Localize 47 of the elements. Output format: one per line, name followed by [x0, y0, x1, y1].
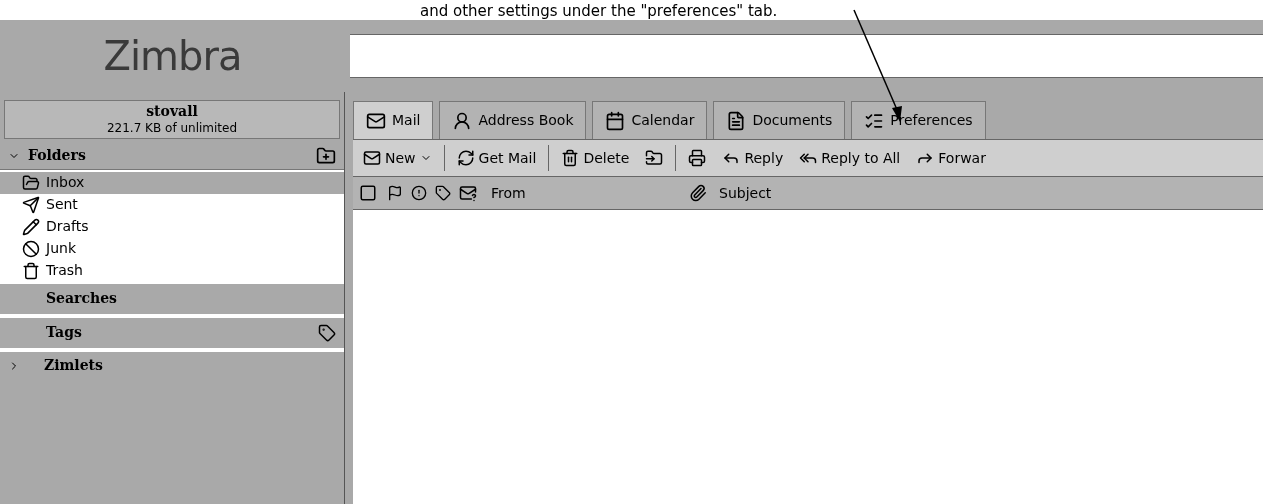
folder-icon: [22, 173, 40, 192]
folder-item[interactable]: Sent: [0, 193, 344, 216]
printer-icon: [688, 149, 707, 167]
forward-button[interactable]: Forwar: [912, 144, 990, 172]
delete-button[interactable]: Delete: [557, 144, 634, 172]
tab[interactable]: Preferences: [851, 101, 986, 139]
quota-text: 221.7 KB of unlimited: [106, 120, 238, 136]
move-folder-icon: [645, 149, 664, 167]
tag-icon[interactable]: [435, 185, 451, 201]
attachment-icon[interactable]: [689, 184, 707, 202]
new-folder-icon[interactable]: [316, 145, 336, 166]
tags-header[interactable]: Tags: [8, 322, 82, 343]
tab[interactable]: Address Book: [439, 101, 587, 139]
logo: Zimbra: [103, 32, 242, 81]
new-tag-icon[interactable]: [318, 323, 336, 342]
blocked-icon: [22, 239, 40, 258]
from-column[interactable]: From: [481, 182, 681, 204]
pencil-icon: [22, 217, 40, 236]
tab[interactable]: Calendar: [592, 101, 708, 139]
document-icon: [726, 110, 747, 131]
tab[interactable]: Mail: [353, 101, 434, 139]
refresh-icon: [456, 149, 475, 167]
calendar-icon: [605, 110, 626, 131]
searches-header[interactable]: Searches: [0, 283, 344, 314]
send-icon: [22, 195, 40, 214]
reply-all-button[interactable]: Reply to All: [795, 144, 905, 172]
status-icon[interactable]: [459, 184, 477, 202]
zimlets-header[interactable]: Zimlets: [0, 351, 344, 380]
folder-item[interactable]: Trash: [0, 259, 344, 282]
caption-text: and other settings under the "preferences" tab.: [420, 2, 778, 20]
folder-item[interactable]: Drafts: [0, 215, 344, 238]
envelope-icon: [363, 149, 381, 167]
account-name: stovall: [146, 103, 198, 121]
new-button[interactable]: New: [359, 144, 436, 172]
folders-header[interactable]: Folders: [8, 145, 86, 166]
search-field[interactable]: [350, 34, 1263, 78]
priority-icon[interactable]: [411, 185, 427, 201]
folder-item[interactable]: Inbox: [0, 171, 344, 194]
folder-item[interactable]: Junk: [0, 237, 344, 260]
subject-column[interactable]: Subject: [715, 182, 772, 204]
tab[interactable]: Documents: [713, 101, 846, 139]
flag-icon[interactable]: [387, 185, 403, 201]
trash-icon: [22, 261, 40, 280]
trash-icon: [561, 149, 580, 167]
reply-button[interactable]: Reply: [718, 144, 788, 172]
get-mail-button[interactable]: Get Mail: [452, 144, 541, 172]
checkbox-icon[interactable]: [359, 184, 377, 202]
